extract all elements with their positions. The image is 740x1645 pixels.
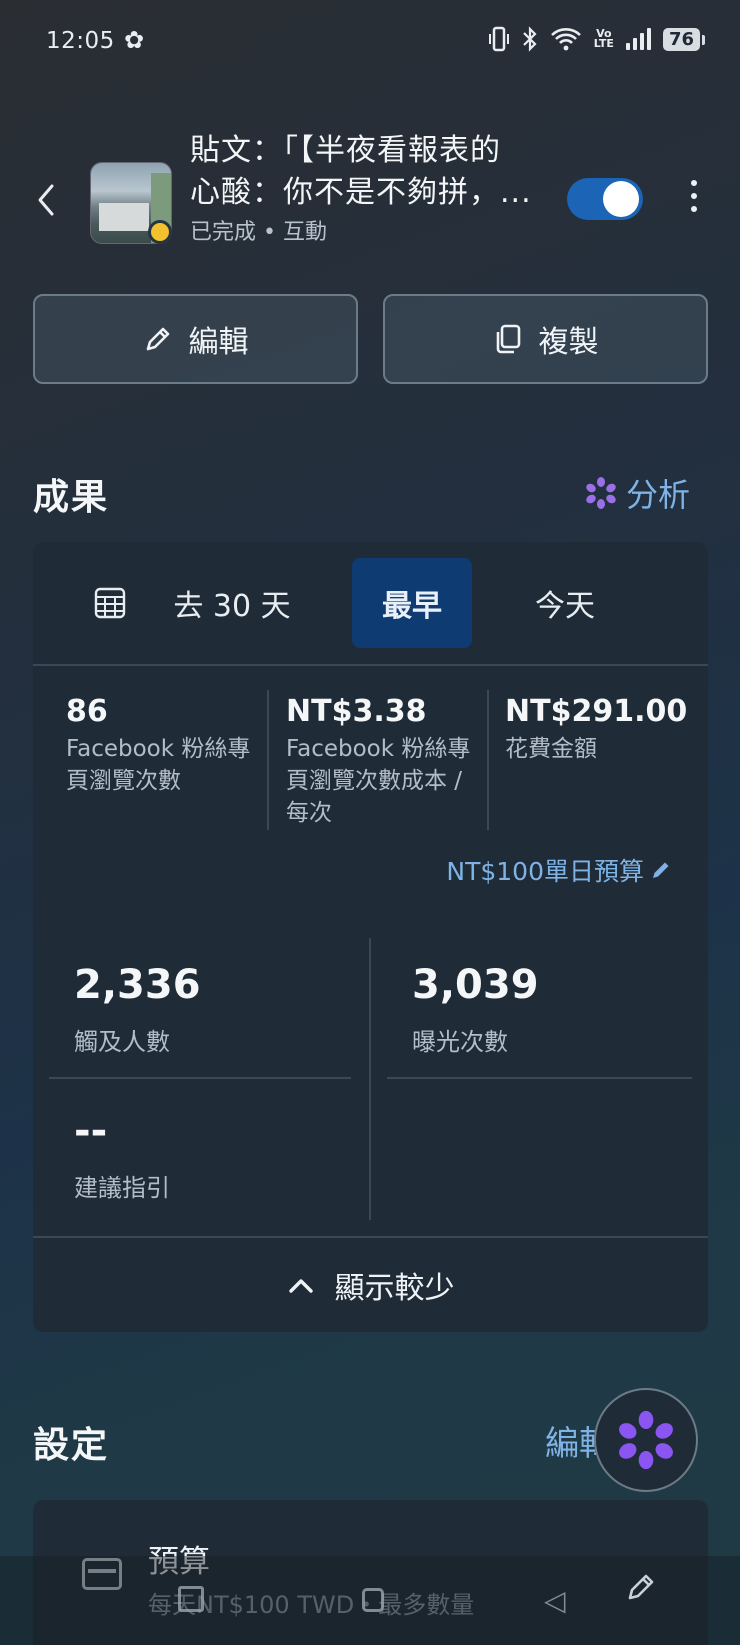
metric-value: NT$3.38 (286, 694, 427, 729)
post-status-subtitle: 已完成 • 互動 (190, 220, 327, 245)
nav-recents-icon[interactable] (362, 1588, 384, 1612)
volte-icon: Vo LTE (593, 27, 614, 50)
more-options-icon[interactable] (686, 180, 702, 220)
copy-button-label: 複製 (538, 325, 599, 360)
copy-icon (496, 324, 520, 354)
chevron-up-icon (288, 1279, 313, 1293)
copy-button[interactable]: 複製 (383, 294, 708, 384)
wifi-icon (550, 28, 581, 51)
ai-sparkle-icon (586, 477, 616, 509)
bluetooth-icon (522, 26, 537, 52)
stat-reach: 2,336 觸及人數 (74, 962, 201, 1057)
status-icons: Vo LTE 76 (488, 26, 706, 52)
stat-label: 觸及人數 (74, 1028, 170, 1056)
vibrate-icon (488, 26, 509, 52)
battery-indicator: 76 (662, 27, 706, 51)
stat-impressions: 3,039 曝光次數 (412, 962, 539, 1057)
metric-divider (267, 690, 269, 830)
results-title: 成果 (33, 477, 110, 518)
stat-label: 曝光次數 (412, 1028, 508, 1056)
stats-row-divider (49, 1077, 351, 1079)
edit-button-label: 編輯 (188, 325, 249, 360)
post-title: 貼文：「【半夜看報表的 心酸：你不是不夠拼，... (190, 130, 560, 214)
ai-sparkle-icon (619, 1410, 673, 1470)
compose-pencil-icon[interactable] (624, 1570, 658, 1604)
metric-amount-spent: NT$291.00 花費金額 (505, 694, 695, 765)
daily-budget-link[interactable]: NT$100單日預算 (446, 852, 672, 888)
stat-value: -- (74, 1108, 108, 1154)
show-less-label: 顯示較少 (334, 1271, 455, 1306)
back-chevron-icon[interactable] (32, 180, 60, 220)
status-dot-icon (148, 220, 172, 244)
edit-button[interactable]: 編輯 (33, 294, 358, 384)
post-title-line2: 心酸：你不是不夠拼，... (190, 175, 532, 210)
metric-label: 花費金額 (505, 736, 597, 762)
tab-today[interactable]: 今天 (500, 558, 630, 648)
daily-budget-label: NT$100單日預算 (446, 857, 644, 886)
metric-value: NT$291.00 (505, 694, 688, 729)
ai-assistant-button[interactable] (594, 1388, 698, 1492)
metric-label: Facebook 粉絲專頁瀏覽次數 (66, 736, 251, 794)
status-time: 12:05 (46, 28, 115, 54)
post-title-line1: 貼文：「【半夜看報表的 (190, 133, 501, 168)
analyze-label: 分析 (625, 476, 690, 514)
ad-active-toggle[interactable] (567, 178, 643, 220)
metric-divider (487, 690, 489, 830)
stat-guidance: -- 建議指引 (74, 1108, 170, 1203)
stat-value: 2,336 (74, 962, 201, 1008)
metric-page-views: 86 Facebook 粉絲專頁瀏覽次數 (66, 694, 256, 797)
tab-last-30-days[interactable]: 去 30 天 (152, 558, 312, 648)
settings-gear-icon: ✿ (124, 26, 145, 54)
signal-icon (625, 28, 651, 50)
tab-earliest[interactable]: 最早 (352, 558, 472, 648)
stat-value: 3,039 (412, 962, 539, 1008)
stat-label: 建議指引 (74, 1174, 170, 1202)
show-less-button[interactable]: 顯示較少 (33, 1238, 708, 1332)
edit-pencil-icon (653, 862, 669, 878)
analyze-link[interactable]: 分析 (584, 470, 690, 516)
metric-label: Facebook 粉絲專頁瀏覽次數成本 / 每次 (286, 736, 471, 826)
calendar-icon[interactable] (94, 587, 126, 619)
stats-row-divider (387, 1077, 692, 1079)
settings-title: 設定 (33, 1425, 110, 1466)
nav-home-icon[interactable] (178, 1586, 204, 1612)
pencil-icon (146, 327, 169, 351)
stats-divider (369, 938, 371, 1220)
tabs-divider (33, 664, 708, 666)
metric-cost-per-view: NT$3.38 Facebook 粉絲專頁瀏覽次數成本 / 每次 (286, 694, 481, 829)
nav-back-icon[interactable]: ◁ (544, 1584, 566, 1617)
metric-value: 86 (66, 694, 108, 729)
